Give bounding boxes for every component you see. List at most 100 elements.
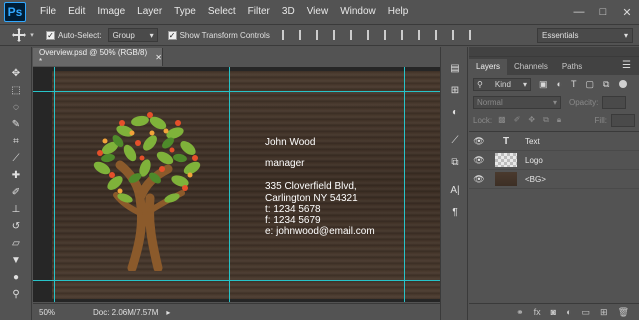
menu-filter[interactable]: Filter: [242, 0, 276, 24]
guide-vertical[interactable]: [229, 67, 230, 302]
layer-row[interactable]: 👁︎ Logo: [469, 151, 639, 170]
align-left-icon[interactable]: [332, 30, 343, 40]
eye-icon[interactable]: 👁︎: [469, 155, 489, 166]
eyedropper-tool-icon[interactable]: ⟋: [0, 150, 32, 167]
paragraph-panel-icon[interactable]: ¶: [441, 201, 469, 223]
distribute-top-icon[interactable]: [383, 30, 394, 40]
guide-horizontal[interactable]: [33, 280, 465, 281]
healing-brush-tool-icon[interactable]: ✚: [0, 167, 32, 184]
fx-icon[interactable]: fx: [534, 307, 541, 317]
align-hcenter-icon[interactable]: [349, 30, 360, 40]
menu-layer[interactable]: Layer: [131, 0, 168, 24]
align-top-icon[interactable]: [281, 30, 292, 40]
layer-name[interactable]: <BG>: [525, 175, 546, 184]
minimize-button[interactable]: —: [567, 0, 591, 24]
maximize-button[interactable]: □: [591, 0, 615, 24]
layer-row[interactable]: 👁︎ <BG>: [469, 170, 639, 189]
card-name[interactable]: John Wood: [265, 137, 315, 148]
auto-select-dropdown[interactable]: Group ▾: [107, 28, 158, 42]
type-filter-icon[interactable]: T: [571, 79, 577, 90]
lock-all-icon[interactable]: 🔒︎: [557, 115, 561, 125]
card-email[interactable]: e: johnwood@email.com: [265, 226, 375, 237]
menu-file[interactable]: File: [34, 0, 62, 24]
move-tool-preset[interactable]: ▾: [10, 25, 36, 45]
card-address-line1[interactable]: 335 Cloverfield Blvd,: [265, 181, 357, 192]
clone-source-panel-icon[interactable]: ⧉: [441, 151, 469, 173]
align-right-icon[interactable]: [366, 30, 377, 40]
align-vcenter-icon[interactable]: [298, 30, 309, 40]
lock-artboard-icon[interactable]: ⧉: [543, 115, 549, 125]
fill-field[interactable]: [611, 113, 635, 127]
close-button[interactable]: ✕: [615, 0, 639, 24]
clone-stamp-tool-icon[interactable]: ⊥: [0, 201, 32, 218]
guide-vertical[interactable]: [404, 67, 405, 302]
card-fax[interactable]: f: 1234 5679: [265, 215, 321, 226]
tree-logo[interactable]: [80, 103, 218, 271]
panel-menu-icon[interactable]: ☰: [622, 60, 631, 71]
link-layers-icon[interactable]: ⚭: [516, 307, 524, 318]
show-transform-checkbox[interactable]: ✓ Show Transform Controls: [167, 30, 270, 40]
smart-object-filter-icon[interactable]: ⧉: [603, 79, 609, 90]
menu-view[interactable]: View: [301, 0, 335, 24]
new-group-icon[interactable]: ▭: [582, 307, 591, 318]
eye-icon[interactable]: 👁︎: [469, 174, 489, 185]
marquee-tool-icon[interactable]: ⬚: [0, 82, 32, 99]
history-panel-icon[interactable]: ▤: [441, 57, 469, 79]
align-bottom-icon[interactable]: [315, 30, 326, 40]
tab-layers[interactable]: Layers: [469, 59, 508, 75]
move-tool-icon[interactable]: ✥: [0, 65, 32, 82]
guide-vertical[interactable]: [54, 67, 55, 302]
add-mask-icon[interactable]: ◙: [551, 307, 556, 317]
paint-bucket-tool-icon[interactable]: ▼: [0, 252, 32, 269]
properties-panel-icon[interactable]: ⊞: [441, 79, 469, 101]
new-layer-icon[interactable]: ⊞: [600, 307, 608, 318]
opacity-field[interactable]: [602, 95, 627, 109]
zoom-level[interactable]: 50%: [33, 308, 63, 317]
layer-name[interactable]: Text: [525, 137, 540, 146]
eye-icon[interactable]: 👁︎: [469, 136, 489, 147]
menu-image[interactable]: Image: [91, 0, 131, 24]
blur-tool-icon[interactable]: ●: [0, 269, 32, 286]
document-tab[interactable]: Overview.psd @ 50% (RGB/8) * ✕: [33, 48, 163, 66]
tab-paths[interactable]: Paths: [555, 59, 589, 75]
lasso-tool-icon[interactable]: ◌: [0, 99, 32, 116]
brush-tool-icon[interactable]: ✐: [0, 184, 32, 201]
adjustment-layer-icon[interactable]: ◐: [566, 307, 571, 317]
character-panel-icon[interactable]: A|: [441, 179, 469, 201]
close-icon[interactable]: ✕: [155, 53, 162, 62]
crop-tool-icon[interactable]: ⌗: [0, 133, 32, 150]
distribute-right-icon[interactable]: [468, 30, 479, 40]
quick-select-tool-icon[interactable]: ✎: [0, 116, 32, 133]
adjustment-filter-icon[interactable]: ◐: [557, 79, 562, 90]
layer-row[interactable]: 👁︎ T Text: [469, 132, 639, 151]
card-address-line2[interactable]: Carlington NY 54321: [265, 193, 358, 204]
menu-select[interactable]: Select: [202, 0, 242, 24]
adjustments-panel-icon[interactable]: ◐: [441, 101, 469, 123]
menu-3d[interactable]: 3D: [276, 0, 301, 24]
menu-help[interactable]: Help: [382, 0, 415, 24]
lock-transparency-icon[interactable]: ▩: [498, 115, 506, 125]
auto-select-checkbox[interactable]: ✓ Auto-Select:: [46, 30, 102, 40]
brush-panel-icon[interactable]: ⟋: [441, 129, 469, 151]
pixel-filter-icon[interactable]: ▣: [539, 79, 548, 90]
guide-horizontal[interactable]: [33, 91, 465, 92]
layer-name[interactable]: Logo: [525, 156, 543, 165]
menu-type[interactable]: Type: [168, 0, 202, 24]
blend-mode-dropdown[interactable]: Normal ▾: [473, 95, 561, 109]
distribute-left-icon[interactable]: [434, 30, 445, 40]
distribute-vcenter-icon[interactable]: [400, 30, 411, 40]
lock-position-icon[interactable]: ✥: [528, 115, 535, 125]
chevron-right-icon[interactable]: ▸: [166, 308, 170, 317]
card-title[interactable]: manager: [265, 158, 304, 169]
filter-toggle[interactable]: [619, 80, 628, 88]
trash-icon[interactable]: 🗑︎: [618, 307, 629, 318]
distribute-hcenter-icon[interactable]: [451, 30, 462, 40]
kind-filter-dropdown[interactable]: ⚲ Kind ▾: [473, 77, 531, 91]
card-phone[interactable]: t: 1234 5678: [265, 204, 321, 215]
distribute-bottom-icon[interactable]: [417, 30, 428, 40]
menu-edit[interactable]: Edit: [62, 0, 91, 24]
workspace-dropdown[interactable]: Essentials ▾: [537, 28, 633, 43]
eraser-tool-icon[interactable]: ▱: [0, 235, 32, 252]
lock-image-icon[interactable]: ✐: [514, 115, 521, 125]
tab-channels[interactable]: Channels: [507, 59, 555, 75]
